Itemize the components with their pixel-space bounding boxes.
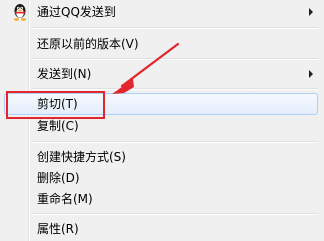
context-menu: 通过QQ发送到 还原以前的版本(V) 发送到(N) 剪切(T) 复制(C) 创建…	[0, 0, 324, 241]
annotation-arrow-icon	[112, 42, 180, 94]
